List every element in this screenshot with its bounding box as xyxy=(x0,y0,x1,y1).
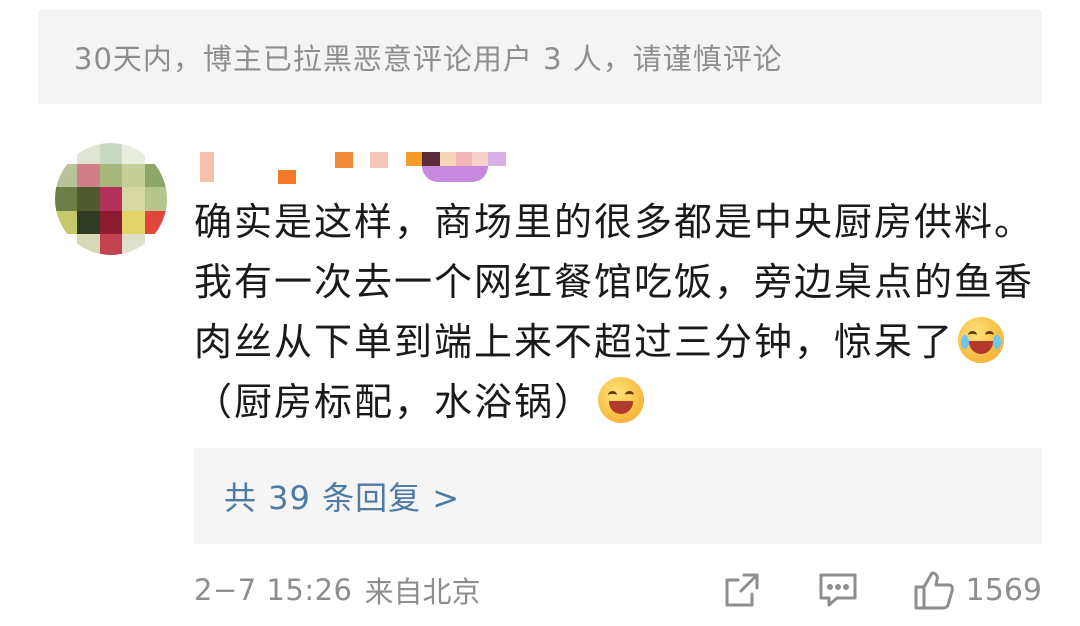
replies-label: 共 39 条回复 > xyxy=(224,479,461,517)
comment-text: 确实是这样，商场里的很多都是中央厨房供料。我有一次去一个网红餐馆吃饭，旁边桌点的… xyxy=(194,200,1035,364)
notice-text: 30天内，博主已拉黑恶意评论用户 3 人，请谨慎评论 xyxy=(74,42,783,76)
laugh-cry-emoji-icon xyxy=(958,317,1005,363)
like-icon[interactable] xyxy=(912,568,956,612)
source-location: 来自北京 xyxy=(364,575,481,609)
comment-text-2: （厨房标配，水浴锅） xyxy=(194,380,595,424)
like-count: 1569 xyxy=(965,572,1042,608)
timestamp: 2−7 15:26 xyxy=(194,573,353,607)
avatar[interactable] xyxy=(55,143,167,255)
blacklist-notice: 30天内，博主已拉黑恶意评论用户 3 人，请谨慎评论 xyxy=(38,10,1042,104)
share-icon[interactable] xyxy=(720,568,764,612)
comment-icon[interactable] xyxy=(816,568,860,612)
comment-body: 确实是这样，商场里的很多都是中央厨房供料。我有一次去一个网红餐馆吃饭，旁边桌点的… xyxy=(194,192,1044,432)
username-pixelated[interactable] xyxy=(200,150,520,186)
laugh-emoji-icon xyxy=(598,377,645,423)
comment-meta: 2−7 15:26 来自北京 1569 xyxy=(194,562,1042,618)
view-replies-button[interactable]: 共 39 条回复 > xyxy=(194,448,1042,544)
action-bar: 1569 xyxy=(720,568,1042,612)
